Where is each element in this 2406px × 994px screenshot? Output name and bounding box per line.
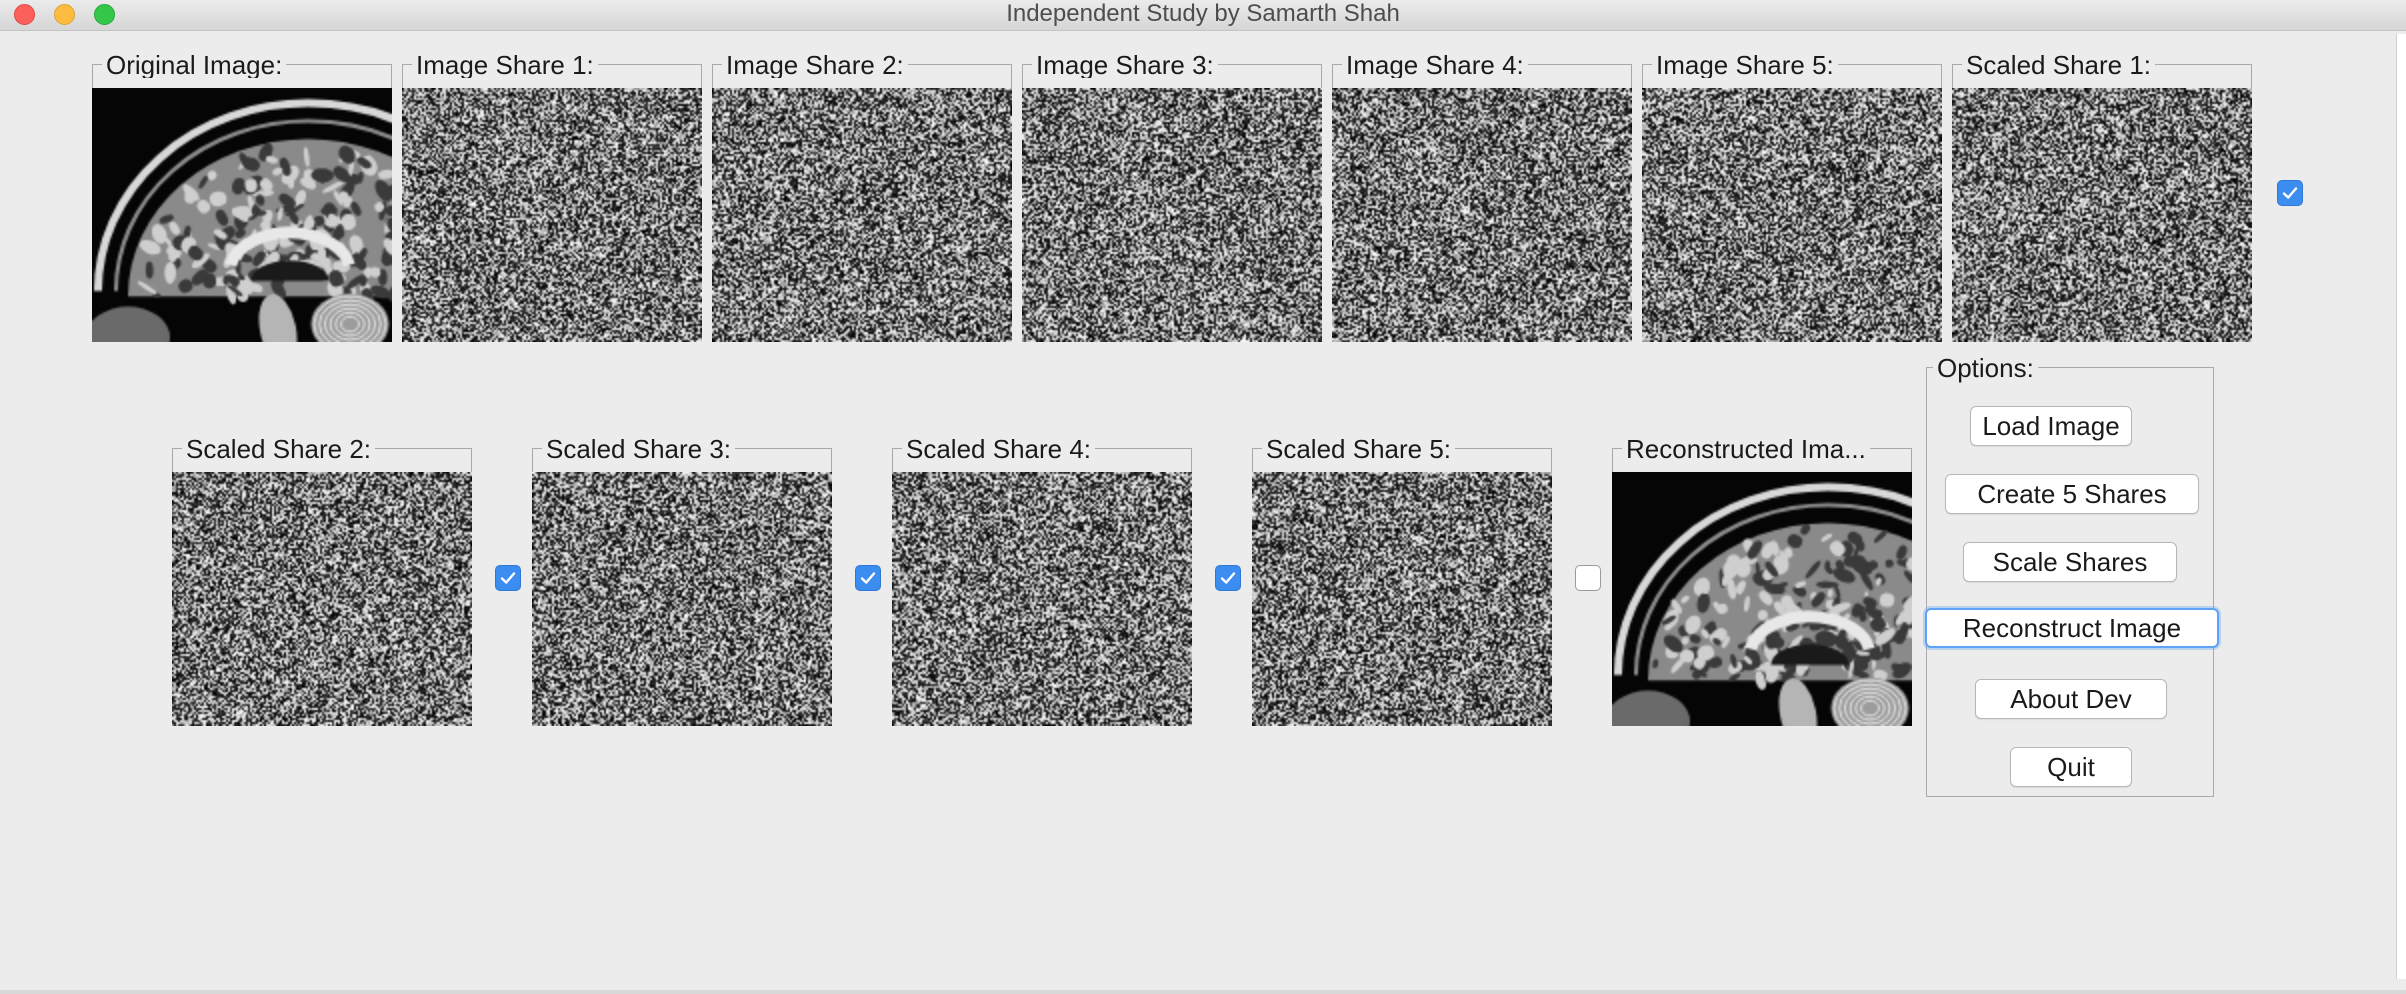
scaled-share-4-label: Scaled Share 4: bbox=[902, 436, 1096, 462]
options-group: Options: Load Image Create 5 Shares Scal… bbox=[1925, 355, 2219, 797]
checkmark-icon bbox=[1220, 572, 1236, 584]
reconstructed-image-panel: Reconstructed Ima... bbox=[1612, 436, 1912, 728]
image-share-1-label: Image Share 1: bbox=[412, 52, 598, 78]
load-image-button[interactable]: Load Image bbox=[1970, 406, 2132, 446]
checkmark-icon bbox=[860, 572, 876, 584]
image-share-2-label: Image Share 2: bbox=[722, 52, 908, 78]
reconstructed-image bbox=[1612, 472, 1912, 726]
image-share-4-label: Image Share 4: bbox=[1342, 52, 1528, 78]
image-share-3 bbox=[1022, 88, 1322, 342]
scaled-share-2 bbox=[172, 472, 472, 726]
image-share-1 bbox=[402, 88, 702, 342]
scaled-share-5-panel: Scaled Share 5: bbox=[1252, 436, 1552, 728]
checkmark-icon bbox=[500, 572, 516, 584]
scaled-share-2-panel: Scaled Share 2: bbox=[172, 436, 472, 728]
image-share-3-label: Image Share 3: bbox=[1032, 52, 1218, 78]
scaled-share-4-checkbox[interactable] bbox=[1215, 565, 1241, 591]
image-share-5-panel: Image Share 5: bbox=[1642, 52, 1942, 344]
image-share-4 bbox=[1332, 88, 1632, 342]
reconstruct-image-button[interactable]: Reconstruct Image bbox=[1925, 608, 2219, 648]
about-dev-button[interactable]: About Dev bbox=[1975, 679, 2167, 719]
scale-shares-button[interactable]: Scale Shares bbox=[1963, 542, 2177, 582]
image-share-2-panel: Image Share 2: bbox=[712, 52, 1012, 344]
scaled-share-1-panel: Scaled Share 1: bbox=[1952, 52, 2252, 344]
quit-button[interactable]: Quit bbox=[2010, 747, 2132, 787]
scaled-share-4 bbox=[892, 472, 1192, 726]
original-image-label: Original Image: bbox=[102, 52, 287, 78]
original-image-panel: Original Image: bbox=[92, 52, 392, 344]
scaled-share-1-checkbox[interactable] bbox=[2277, 180, 2303, 206]
scaled-share-3 bbox=[532, 472, 832, 726]
image-share-1-panel: Image Share 1: bbox=[402, 52, 702, 344]
image-share-4-panel: Image Share 4: bbox=[1332, 52, 1632, 344]
scaled-share-4-panel: Scaled Share 4: bbox=[892, 436, 1192, 728]
checkmark-icon bbox=[2282, 187, 2298, 199]
scaled-share-2-checkbox[interactable] bbox=[495, 565, 521, 591]
reconstructed-image-label: Reconstructed Ima... bbox=[1622, 436, 1870, 462]
scaled-share-5 bbox=[1252, 472, 1552, 726]
scaled-share-2-label: Scaled Share 2: bbox=[182, 436, 376, 462]
adjacent-window-edge bbox=[2396, 34, 2406, 979]
scaled-share-5-label: Scaled Share 5: bbox=[1262, 436, 1456, 462]
image-share-5-label: Image Share 5: bbox=[1652, 52, 1838, 78]
window-title: Independent Study by Samarth Shah bbox=[1006, 0, 1400, 27]
image-share-2 bbox=[712, 88, 1012, 342]
window-bottom-border bbox=[0, 990, 2406, 994]
scaled-share-3-checkbox[interactable] bbox=[855, 565, 881, 591]
image-share-5 bbox=[1642, 88, 1942, 342]
title-bar: Independent Study by Samarth Shah bbox=[0, 0, 2406, 31]
create-shares-button[interactable]: Create 5 Shares bbox=[1945, 474, 2199, 514]
scaled-share-1 bbox=[1952, 88, 2252, 342]
scaled-share-3-panel: Scaled Share 3: bbox=[532, 436, 832, 728]
scaled-share-5-checkbox[interactable] bbox=[1575, 565, 1601, 591]
image-share-3-panel: Image Share 3: bbox=[1022, 52, 1322, 344]
original-image bbox=[92, 88, 392, 342]
scaled-share-3-label: Scaled Share 3: bbox=[542, 436, 736, 462]
options-title: Options: bbox=[1933, 355, 2038, 381]
scaled-share-1-label: Scaled Share 1: bbox=[1962, 52, 2156, 78]
